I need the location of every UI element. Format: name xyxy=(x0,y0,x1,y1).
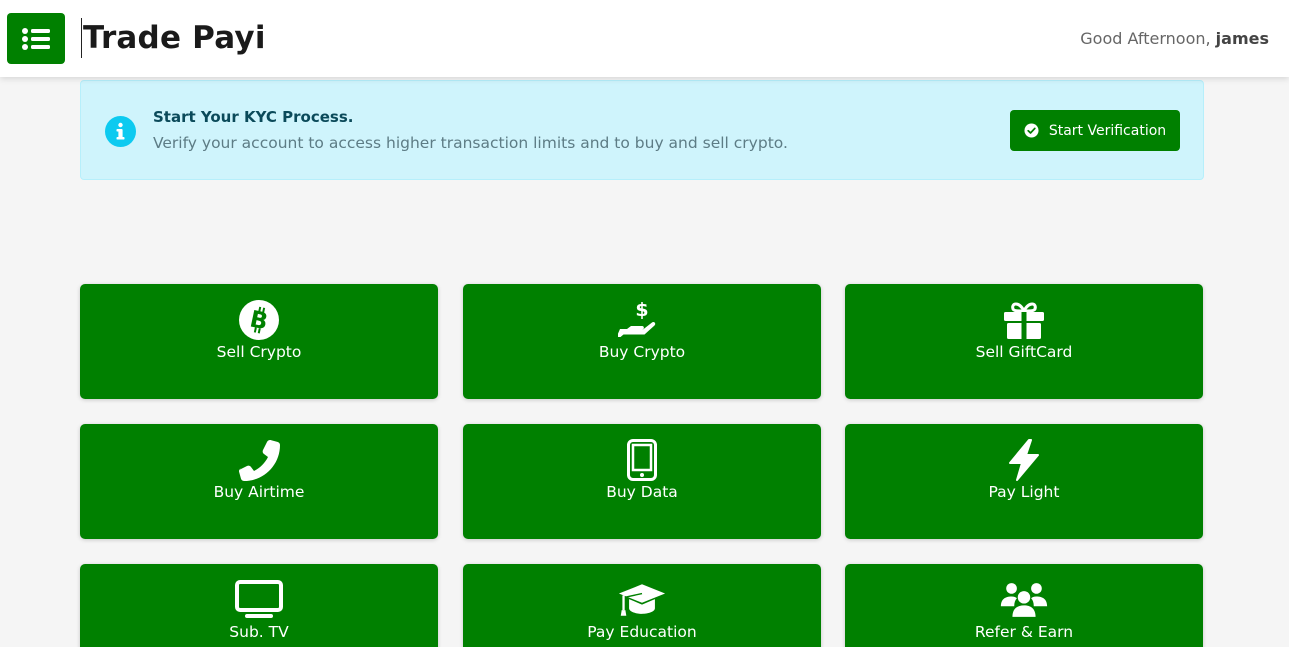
tile-buy-airtime[interactable]: Buy Airtime xyxy=(80,424,438,539)
check-circle-icon xyxy=(1024,123,1039,138)
tile-pay-education[interactable]: Pay Education xyxy=(463,564,821,647)
tile-label: Buy Crypto xyxy=(598,343,686,361)
tile-label: Sub. TV xyxy=(229,623,289,641)
hand-dollar-icon: $ xyxy=(618,299,656,337)
tile-buy-data[interactable]: Buy Data xyxy=(463,424,821,539)
username[interactable]: james xyxy=(1216,29,1269,48)
user-greeting: Good Afternoon, james xyxy=(1080,29,1269,49)
tile-buy-crypto[interactable]: $ Buy Crypto xyxy=(463,284,821,399)
list-icon xyxy=(22,27,50,50)
graduation-cap-icon xyxy=(618,584,666,616)
info-icon xyxy=(105,116,136,147)
tv-icon xyxy=(235,580,283,618)
bitcoin-icon: B xyxy=(239,300,279,340)
menu-toggle-button[interactable] xyxy=(7,13,65,64)
tile-refer-earn[interactable]: Refer & Earn xyxy=(845,564,1203,647)
brand-title[interactable]: Trade Payi xyxy=(81,18,266,58)
gift-icon xyxy=(1004,302,1044,339)
phone-icon xyxy=(239,440,280,481)
tile-label: Buy Data xyxy=(606,483,678,501)
kyc-title: Start Your KYC Process. xyxy=(153,108,354,126)
tile-sub-tv[interactable]: Sub. TV xyxy=(80,564,438,647)
tile-label: Pay Education xyxy=(587,623,697,641)
tile-sell-giftcard[interactable]: Sell GiftCard xyxy=(845,284,1203,399)
start-verification-button[interactable]: Start Verification xyxy=(1010,110,1180,151)
tile-label: Sell GiftCard xyxy=(975,343,1073,361)
tile-label: Buy Airtime xyxy=(213,483,305,501)
bolt-icon xyxy=(1009,439,1039,481)
tile-label: Pay Light xyxy=(988,483,1060,501)
tile-label: Refer & Earn xyxy=(974,623,1074,641)
tile-label: Sell Crypto xyxy=(216,343,302,361)
start-verification-label: Start Verification xyxy=(1048,122,1167,139)
mobile-icon xyxy=(627,439,657,481)
greeting-text: Good Afternoon, xyxy=(1080,29,1216,48)
tile-pay-light[interactable]: Pay Light xyxy=(845,424,1203,539)
users-icon xyxy=(1000,583,1048,617)
kyc-alert: Start Your KYC Process. Verify your acco… xyxy=(80,80,1204,180)
svg-text:$: $ xyxy=(635,299,648,321)
top-navbar: Trade Payi Good Afternoon, james xyxy=(0,0,1289,77)
kyc-description: Verify your account to access higher tra… xyxy=(153,134,788,152)
tile-sell-crypto[interactable]: B Sell Crypto xyxy=(80,284,438,399)
